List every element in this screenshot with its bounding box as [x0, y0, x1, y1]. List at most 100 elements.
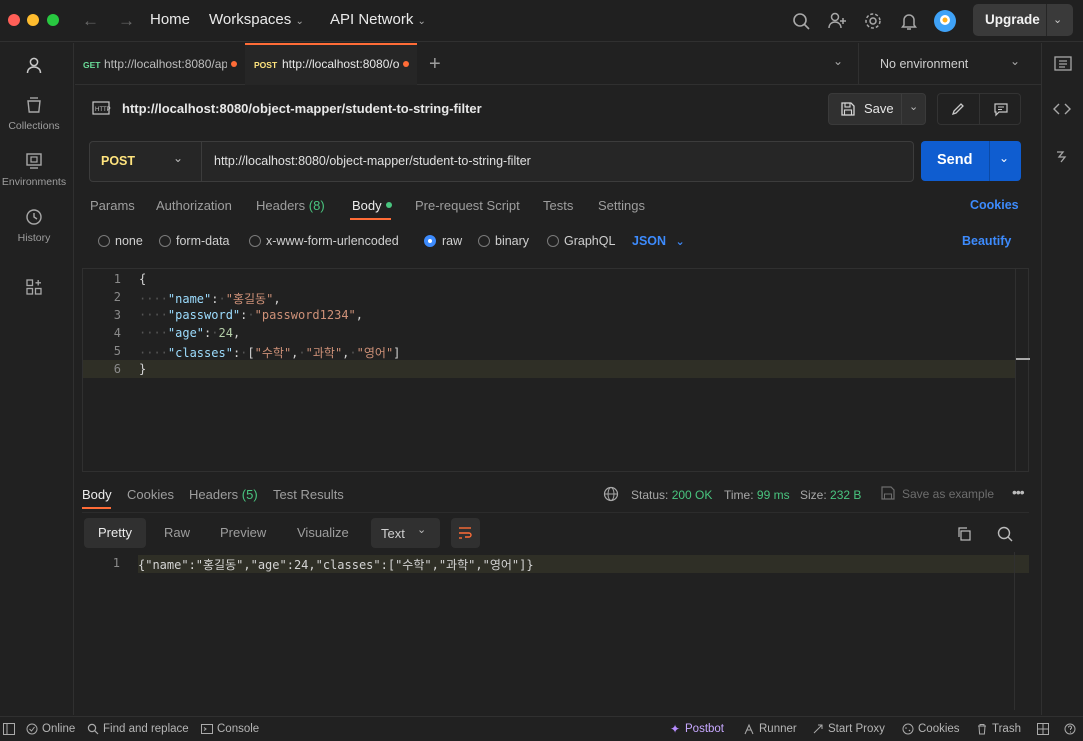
- back-arrow-icon[interactable]: ←: [82, 11, 99, 31]
- send-options-chevron-icon[interactable]: ⌄: [999, 151, 1009, 165]
- runner-button[interactable]: Runner: [759, 723, 797, 735]
- upgrade-button[interactable]: Upgrade ⌄: [973, 4, 1073, 36]
- online-status[interactable]: Online: [42, 723, 75, 735]
- title-bar: ← → Home Workspaces ⌄ API Network ⌄ Upgr…: [0, 0, 1083, 42]
- tab-params[interactable]: Params: [90, 198, 135, 213]
- find-and-replace-button[interactable]: Find and replace: [103, 723, 189, 735]
- close-window-button[interactable]: [8, 14, 20, 26]
- toggle-sidebar-icon[interactable]: [3, 723, 15, 735]
- related-collections-icon[interactable]: [1053, 148, 1071, 166]
- send-button[interactable]: Send: [921, 141, 989, 181]
- radio-binary-label[interactable]: binary: [495, 234, 529, 248]
- radio-graphql-label[interactable]: GraphQL: [564, 234, 615, 248]
- console-button[interactable]: Console: [217, 723, 259, 735]
- notifications-bell-icon[interactable]: [898, 10, 920, 32]
- postbot-button[interactable]: Postbot: [685, 723, 724, 735]
- minimize-window-button[interactable]: [27, 14, 39, 26]
- chevron-down-icon[interactable]: ⌄: [1010, 54, 1020, 68]
- response-size[interactable]: Size: 232 B: [800, 488, 861, 502]
- cookies-button[interactable]: Cookies: [918, 723, 960, 735]
- response-time[interactable]: Time: 99 ms: [724, 488, 790, 502]
- request-title[interactable]: http://localhost:8080/object-mapper/stud…: [122, 101, 482, 116]
- request-body-editor[interactable]: 1 2 3 4 5 6 { ····"name":·"홍길동", ····"pa…: [82, 268, 1030, 472]
- method-select[interactable]: POST ⌄: [90, 142, 202, 181]
- sidebar-item-environments[interactable]: Environments: [0, 151, 68, 188]
- nav-api-network[interactable]: API Network ⌄: [330, 11, 426, 28]
- collections-icon: [24, 95, 44, 115]
- tab-headers[interactable]: Headers (8): [256, 198, 325, 213]
- radio-none-label[interactable]: none: [115, 234, 143, 248]
- radio-raw-selected[interactable]: [424, 235, 436, 247]
- cookies-link[interactable]: Cookies: [970, 198, 1019, 212]
- environment-quicklook-icon[interactable]: [1053, 55, 1073, 73]
- tab-authorization[interactable]: Authorization: [156, 198, 232, 213]
- body-format-select[interactable]: JSON ⌄: [632, 234, 685, 248]
- layout-toggle-icon[interactable]: [1037, 723, 1049, 735]
- response-body-viewer[interactable]: 1 {"name":"홍길동","age":24,"classes":["수학"…: [82, 552, 1029, 712]
- sidebar-item-collections[interactable]: Collections: [0, 95, 68, 132]
- invite-user-icon[interactable]: [826, 10, 848, 32]
- globe-icon[interactable]: [603, 486, 619, 502]
- radio-graphql[interactable]: [547, 235, 559, 247]
- nav-workspaces[interactable]: Workspaces ⌄: [209, 11, 304, 28]
- view-pretty-button[interactable]: Pretty: [84, 518, 146, 548]
- radio-form-data[interactable]: [159, 235, 171, 247]
- code-snippet-icon[interactable]: [1052, 100, 1072, 118]
- radio-urlencoded-label[interactable]: x-www-form-urlencoded: [266, 234, 399, 248]
- view-pretty-label: Pretty: [98, 525, 132, 540]
- code-line: ····"classes":·["수학",·"과학",·"영어"]: [139, 346, 401, 360]
- tab-body[interactable]: Body: [352, 198, 392, 213]
- save-options-chevron-icon[interactable]: ⌄: [909, 100, 918, 113]
- json-key: "name": [167, 292, 212, 306]
- chevron-down-icon[interactable]: ⌄: [1053, 13, 1062, 26]
- search-response-icon[interactable]: [996, 525, 1014, 543]
- radio-raw-label[interactable]: raw: [442, 234, 462, 248]
- url-input[interactable]: http://localhost:8080/object-mapper/stud…: [214, 154, 531, 168]
- tab-pre-request-script[interactable]: Pre-request Script: [415, 198, 520, 213]
- line-number: 1: [113, 272, 121, 286]
- sidebar-item-history[interactable]: History: [0, 207, 68, 244]
- cookies-icon: [902, 723, 914, 735]
- settings-gear-icon[interactable]: [862, 10, 884, 32]
- request-tab-strip: GET http://localhost:8080/ap POST http:/…: [75, 43, 1041, 85]
- radio-form-data-label[interactable]: form-data: [176, 234, 230, 248]
- request-tab[interactable]: GET http://localhost:8080/ap: [75, 43, 245, 85]
- save-button[interactable]: Save: [829, 94, 901, 124]
- sidebar-item-user[interactable]: [0, 55, 68, 75]
- trash-button[interactable]: Trash: [992, 723, 1021, 735]
- response-scrollbar[interactable]: [1014, 552, 1028, 710]
- radio-binary[interactable]: [478, 235, 490, 247]
- edit-pencil-icon[interactable]: [950, 101, 966, 117]
- help-icon[interactable]: [1064, 723, 1076, 735]
- avatar[interactable]: [933, 9, 957, 33]
- tab-overflow-chevron-icon[interactable]: ⌄: [833, 54, 843, 68]
- request-tab-active[interactable]: POST http://localhost:8080/o: [245, 43, 417, 85]
- status-value: 200 OK: [671, 488, 713, 502]
- response-format-select[interactable]: Text ⌄: [371, 518, 440, 548]
- more-options-icon[interactable]: •••: [1012, 484, 1025, 500]
- forward-arrow-icon[interactable]: →: [118, 11, 135, 31]
- environment-selector[interactable]: No environment: [880, 57, 968, 71]
- search-icon[interactable]: [790, 10, 812, 32]
- copy-icon[interactable]: [956, 526, 972, 542]
- response-tab-body[interactable]: Body: [82, 487, 112, 502]
- comments-icon[interactable]: [993, 101, 1009, 117]
- radio-none[interactable]: [98, 235, 110, 247]
- zoom-window-button[interactable]: [47, 14, 59, 26]
- beautify-link[interactable]: Beautify: [962, 234, 1011, 248]
- save-as-example-button[interactable]: Save as example: [902, 487, 994, 501]
- wrap-lines-button[interactable]: [451, 518, 480, 548]
- response-tab-headers[interactable]: Headers (5): [189, 487, 258, 502]
- sidebar-item-apps[interactable]: [0, 277, 68, 297]
- chevron-down-icon: ⌄: [417, 524, 427, 536]
- radio-urlencoded[interactable]: [249, 235, 261, 247]
- new-tab-plus-icon[interactable]: +: [429, 53, 441, 76]
- nav-home[interactable]: Home: [150, 11, 190, 28]
- tab-tests[interactable]: Tests: [543, 198, 573, 213]
- code-line: ····"age":·24,: [139, 326, 241, 340]
- editor-scrollbar[interactable]: [1015, 269, 1030, 471]
- response-tab-test-results[interactable]: Test Results: [273, 487, 344, 502]
- start-proxy-button[interactable]: Start Proxy: [828, 723, 885, 735]
- tab-settings[interactable]: Settings: [598, 198, 645, 213]
- response-tab-cookies[interactable]: Cookies: [127, 487, 174, 502]
